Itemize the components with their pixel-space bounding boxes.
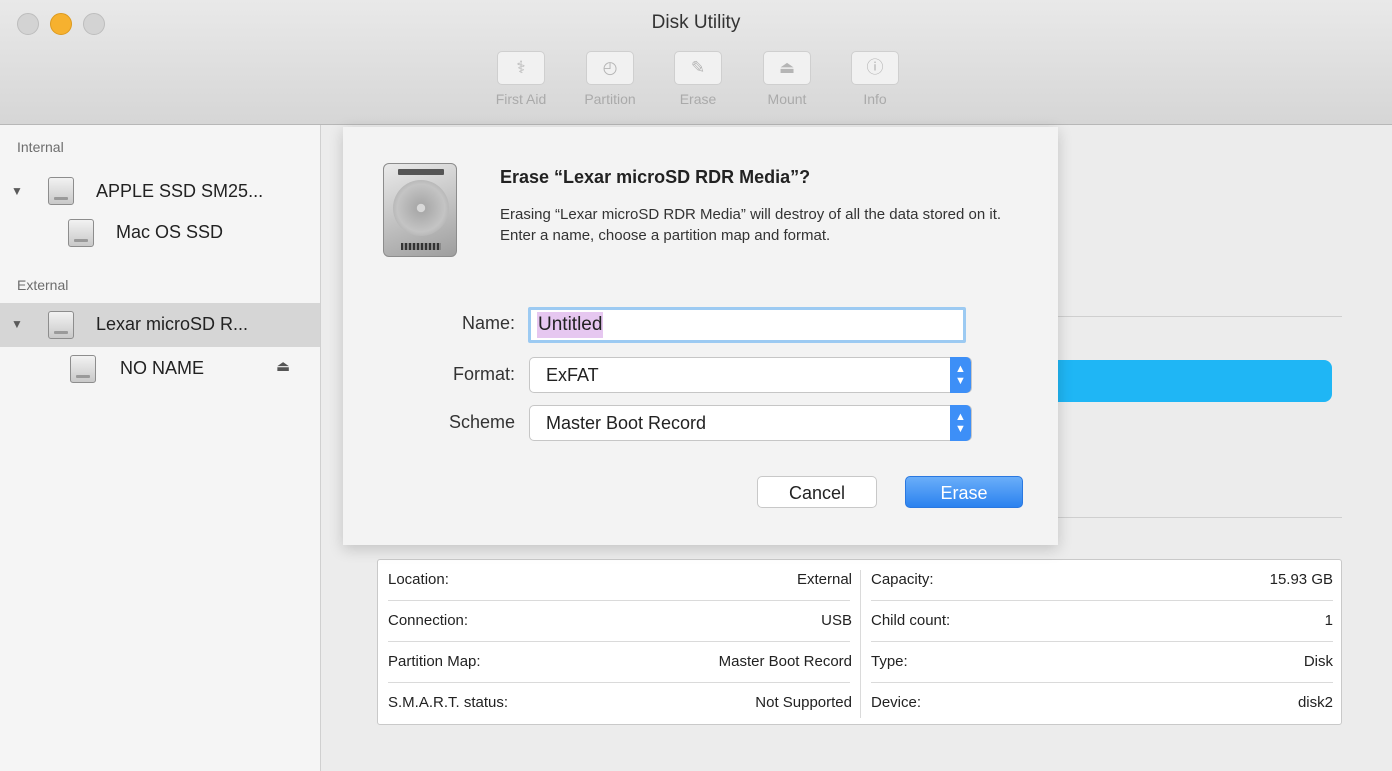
chevron-up-down-icon: ▲ ▼ (950, 405, 971, 441)
disclosure-triangle-icon[interactable]: ▼ (11, 317, 23, 331)
partition-button[interactable]: ◴ Partition (577, 51, 643, 107)
format-select-value: ExFAT (546, 365, 599, 385)
volume-icon (68, 219, 94, 247)
info-row-capacity: Capacity: 15.93 GB (861, 560, 1341, 601)
erase-dialog: Erase “Lexar microSD RDR Media”? Erasing… (343, 127, 1058, 545)
erase-button[interactable]: Erase (905, 476, 1023, 508)
disclosure-triangle-icon[interactable]: ▼ (11, 184, 23, 198)
mount-button[interactable]: ⏏ Mount (754, 51, 820, 107)
info-icon: ⓘ (851, 51, 899, 85)
title-bar: Disk Utility ⚕ First Aid ◴ Partition ✎ E… (0, 0, 1392, 125)
row-divider (871, 682, 1333, 683)
info-row-type: Type: Disk (861, 642, 1341, 683)
info-button[interactable]: ⓘ Info (842, 51, 908, 107)
sidebar-item-label: Mac OS SSD (116, 222, 224, 242)
info-row-smart-status: S.M.A.R.T. status: Not Supported (378, 683, 860, 724)
internal-disk-icon (48, 177, 74, 205)
info-value: Master Boot Record (718, 653, 852, 670)
partition-icon: ◴ (586, 51, 634, 85)
sidebar-item-apple-ssd[interactable]: ▼ APPLE SSD SM25... (0, 170, 320, 214)
info-key: Device: (871, 694, 922, 711)
sidebar-item-label: NO NAME (120, 358, 205, 378)
row-divider (388, 600, 850, 601)
external-section-label: External (17, 277, 69, 293)
info-value: disk2 (1297, 694, 1333, 711)
row-divider (388, 682, 850, 683)
info-row-partition-map: Partition Map: Master Boot Record (378, 642, 860, 683)
name-field[interactable]: Untitled (528, 307, 966, 343)
sidebar-item-lexar-microsd[interactable]: ▼ Lexar microSD R... (0, 303, 320, 347)
hard-drive-icon (383, 163, 457, 257)
chevron-up-down-icon: ▲ ▼ (950, 357, 971, 393)
erase-toolbar-button[interactable]: ✎ Erase (665, 51, 731, 107)
info-key: Location: (388, 571, 449, 588)
sidebar-item-mac-os-ssd[interactable]: Mac OS SSD (0, 211, 320, 255)
divider (1058, 316, 1342, 317)
info-value: Not Supported (755, 694, 852, 711)
window-title: Disk Utility (651, 12, 741, 33)
internal-section-label: Internal (17, 139, 64, 155)
cancel-button[interactable]: Cancel (757, 476, 877, 508)
volume-icon (70, 355, 96, 383)
format-label: Format: (452, 364, 515, 384)
sidebar-item-no-name[interactable]: NO NAME ⏏ (0, 348, 320, 392)
stethoscope-icon: ⚕ (497, 51, 545, 85)
name-label: Name: (461, 313, 515, 333)
usage-bar (1050, 360, 1332, 402)
info-row-child-count: Child count: 1 (861, 601, 1341, 642)
mount-icon: ⏏ (763, 51, 811, 85)
sidebar-item-label: APPLE SSD SM25... (96, 181, 264, 201)
external-disk-icon (48, 311, 74, 339)
name-field-value: Untitled (537, 312, 604, 338)
scheme-select[interactable]: Master Boot Record ▲ ▼ (529, 405, 972, 441)
info-value: USB (821, 612, 852, 629)
first-aid-button[interactable]: ⚕ First Aid (488, 51, 554, 107)
first-aid-label: First Aid (495, 91, 547, 107)
info-row-location: Location: External (378, 560, 860, 601)
row-divider (871, 641, 1333, 642)
erase-icon: ✎ (674, 51, 722, 85)
row-divider (388, 641, 850, 642)
info-table: Location: External Connection: USB Parti… (377, 559, 1342, 725)
sidebar: Internal ▼ APPLE SSD SM25... Mac OS SSD … (0, 125, 321, 771)
eject-icon[interactable]: ⏏ (276, 357, 290, 375)
divider (1058, 517, 1342, 518)
info-key: Connection: (388, 612, 469, 629)
disk-utility-window: Disk Utility ⚕ First Aid ◴ Partition ✎ E… (0, 0, 1392, 771)
info-key: Child count: (871, 612, 951, 629)
info-key: S.M.A.R.T. status: (388, 694, 509, 711)
info-value: 15.93 GB (1269, 571, 1333, 588)
info-value: External (796, 571, 852, 588)
scheme-select-value: Master Boot Record (546, 413, 707, 433)
sidebar-item-label: Lexar microSD R... (96, 314, 249, 334)
info-row-device: Device: disk2 (861, 683, 1341, 724)
format-select[interactable]: ExFAT ▲ ▼ (529, 357, 972, 393)
info-value: 1 (1324, 612, 1333, 629)
info-key: Partition Map: (388, 653, 481, 670)
info-key: Type: (871, 653, 908, 670)
mount-label: Mount (767, 91, 807, 107)
info-value: Disk (1303, 653, 1333, 670)
partition-label: Partition (584, 91, 636, 107)
erase-toolbar-label: Erase (679, 91, 717, 107)
info-key: Capacity: (871, 571, 934, 588)
dialog-title: Erase “Lexar microSD RDR Media”? (500, 167, 811, 187)
scheme-label: Scheme (448, 412, 515, 432)
row-divider (871, 600, 1333, 601)
info-row-connection: Connection: USB (378, 601, 860, 642)
info-label: Info (863, 91, 887, 107)
dialog-description: Erasing “Lexar microSD RDR Media” will d… (500, 206, 1002, 244)
